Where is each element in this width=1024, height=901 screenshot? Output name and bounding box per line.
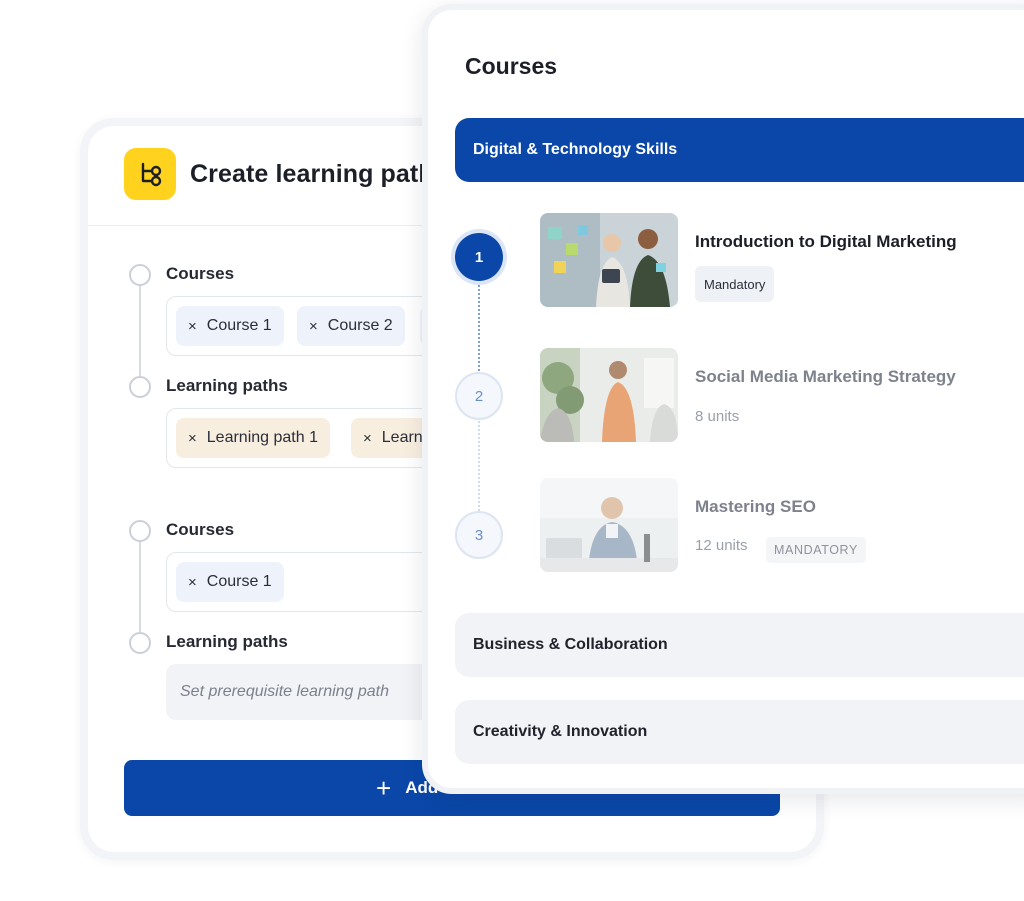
chip-label: Course 2 [327, 317, 393, 334]
timeline-node [129, 264, 151, 286]
remove-chip-icon[interactable]: × [188, 430, 197, 447]
plus-icon: + [376, 773, 392, 803]
panel-title: Create learning path [190, 160, 434, 188]
remove-chip-icon[interactable]: × [309, 318, 318, 335]
chip-label: Course 1 [206, 573, 272, 590]
category-digital-technology[interactable]: Digital & Technology Skills [455, 118, 1024, 182]
timeline-node [129, 376, 151, 398]
chip-label: Course 1 [206, 317, 272, 334]
course-chip[interactable]: × Course 1 [176, 306, 284, 346]
course-thumbnail[interactable] [540, 348, 678, 442]
remove-chip-icon[interactable]: × [188, 574, 197, 591]
course-thumbnail[interactable] [540, 213, 678, 307]
category-business-collaboration[interactable]: Business & Collaboration [455, 613, 1024, 677]
learning-path-chip[interactable]: × Learning path 1 [176, 418, 330, 458]
category-label: Creativity & Innovation [473, 723, 648, 740]
learning-paths-label: Learning paths [166, 376, 288, 395]
course-units: 12 units [695, 537, 748, 554]
course-units: 8 units [695, 408, 740, 425]
step-connector [478, 421, 480, 511]
timeline-connector [139, 284, 141, 376]
step-3-indicator: 3 [455, 511, 503, 559]
remove-chip-icon[interactable]: × [363, 430, 372, 447]
path-tree-icon [124, 148, 176, 200]
course-title[interactable]: Social Media Marketing Strategy [695, 367, 956, 387]
learning-paths-label: Learning paths [166, 632, 288, 651]
timeline-node [129, 520, 151, 542]
input-placeholder: Set prerequisite learning path [180, 683, 390, 700]
course-thumbnail[interactable] [540, 478, 678, 572]
category-label: Business & Collaboration [473, 636, 668, 653]
course-title[interactable]: Mastering SEO [695, 497, 816, 517]
courses-panel-title: Courses [465, 53, 558, 79]
chip-label: Learning path 1 [206, 429, 318, 446]
courses-label: Courses [166, 264, 235, 283]
mandatory-badge: MANDATORY [766, 537, 866, 563]
course-chip[interactable]: × Course 1 [176, 562, 284, 602]
timeline-connector [139, 540, 141, 632]
step-connector [478, 281, 480, 371]
course-title[interactable]: Introduction to Digital Marketing [695, 232, 957, 252]
timeline-node [129, 632, 151, 654]
remove-chip-icon[interactable]: × [188, 318, 197, 335]
category-creativity-innovation[interactable]: Creativity & Innovation [455, 700, 1024, 764]
step-1-indicator: 1 [455, 233, 503, 281]
step-2-indicator: 2 [455, 372, 503, 420]
courses-label: Courses [166, 520, 235, 539]
mandatory-badge: Mandatory [695, 266, 775, 302]
course-chip[interactable]: × Course 2 [297, 306, 405, 346]
category-label: Digital & Technology Skills [473, 141, 678, 158]
courses-panel: Courses Digital & Technology Skills 1 In… [422, 4, 1024, 794]
